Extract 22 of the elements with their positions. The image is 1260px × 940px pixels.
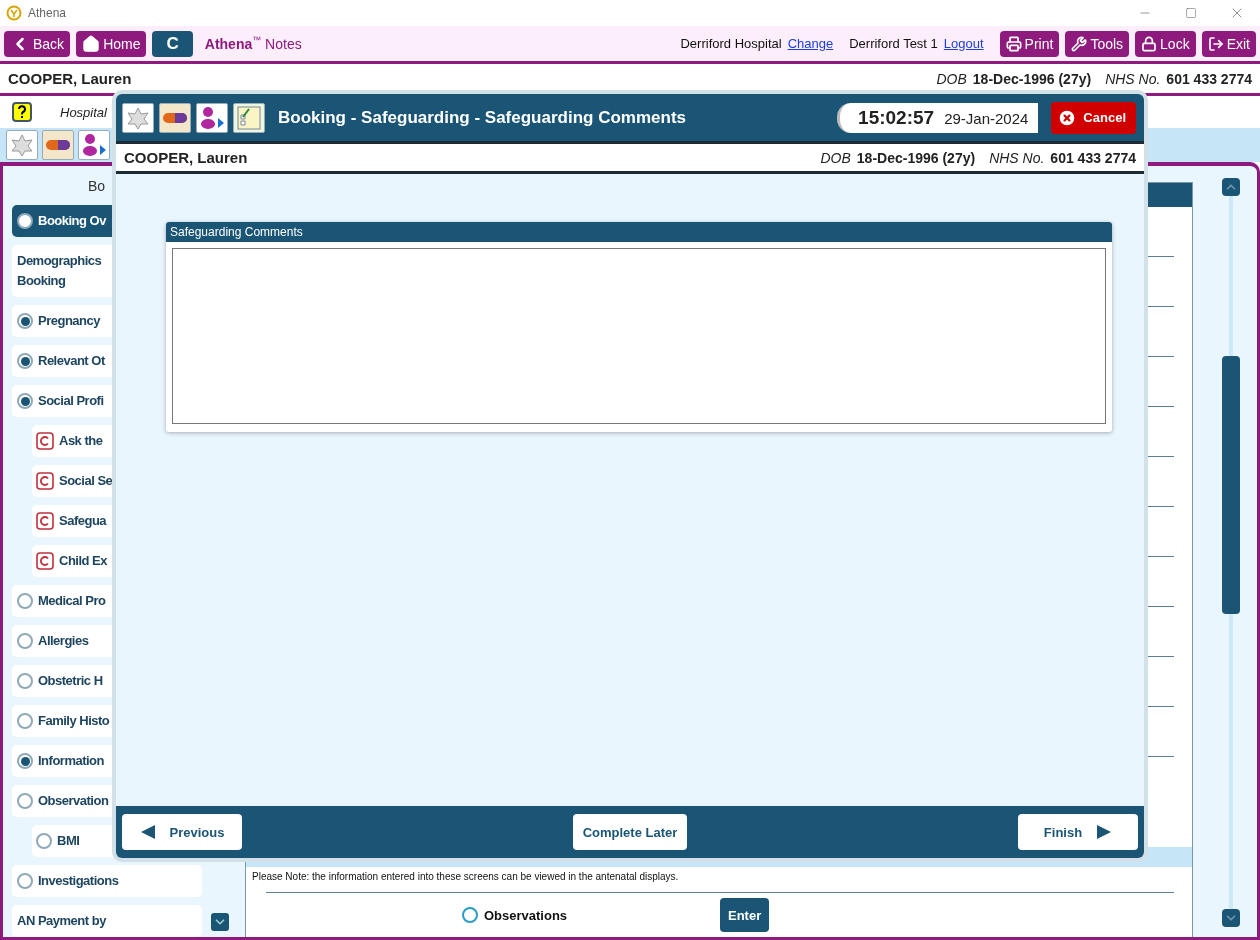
nhs-value: 601 433 2774 [1166, 70, 1252, 87]
user-name: Derriford Test 1 [849, 36, 938, 51]
note-text: Please Note: the information entered into these screens can be viewed in the antenatal displays. [251, 870, 680, 884]
patient-name: COOPER, Lauren [8, 70, 132, 87]
patient-name: COOPER, Lauren [124, 149, 248, 166]
hospital-name: Derriford Hospital [680, 36, 782, 51]
date-text: 29-Jan-2024 [944, 109, 1029, 127]
dialog-title: Booking - Safeguarding - Safeguarding Comments [278, 107, 687, 128]
app-name: Athena$^{™}$ Notes [204, 35, 302, 52]
nhs-label: NHS No. [1105, 70, 1161, 87]
observations-label: Observations [484, 907, 569, 923]
dob-label: DOB [936, 70, 967, 87]
dob-value: 18-Dec-1996 (27y) [856, 149, 976, 166]
sidebar-heading: Bo [88, 178, 107, 196]
nhs-value: 601 433 2774 [1050, 149, 1136, 166]
card-title: Safeguarding Comments [166, 222, 1112, 242]
nhs-label: NHS No. [989, 149, 1045, 166]
hospital-label: Hospital [60, 104, 107, 120]
window-title: Athena [28, 6, 67, 20]
dob-value: 18-Dec-1996 (27y) [972, 70, 1092, 87]
dob-label: DOB [820, 149, 851, 166]
time-text: 15:02:57 [858, 106, 935, 129]
